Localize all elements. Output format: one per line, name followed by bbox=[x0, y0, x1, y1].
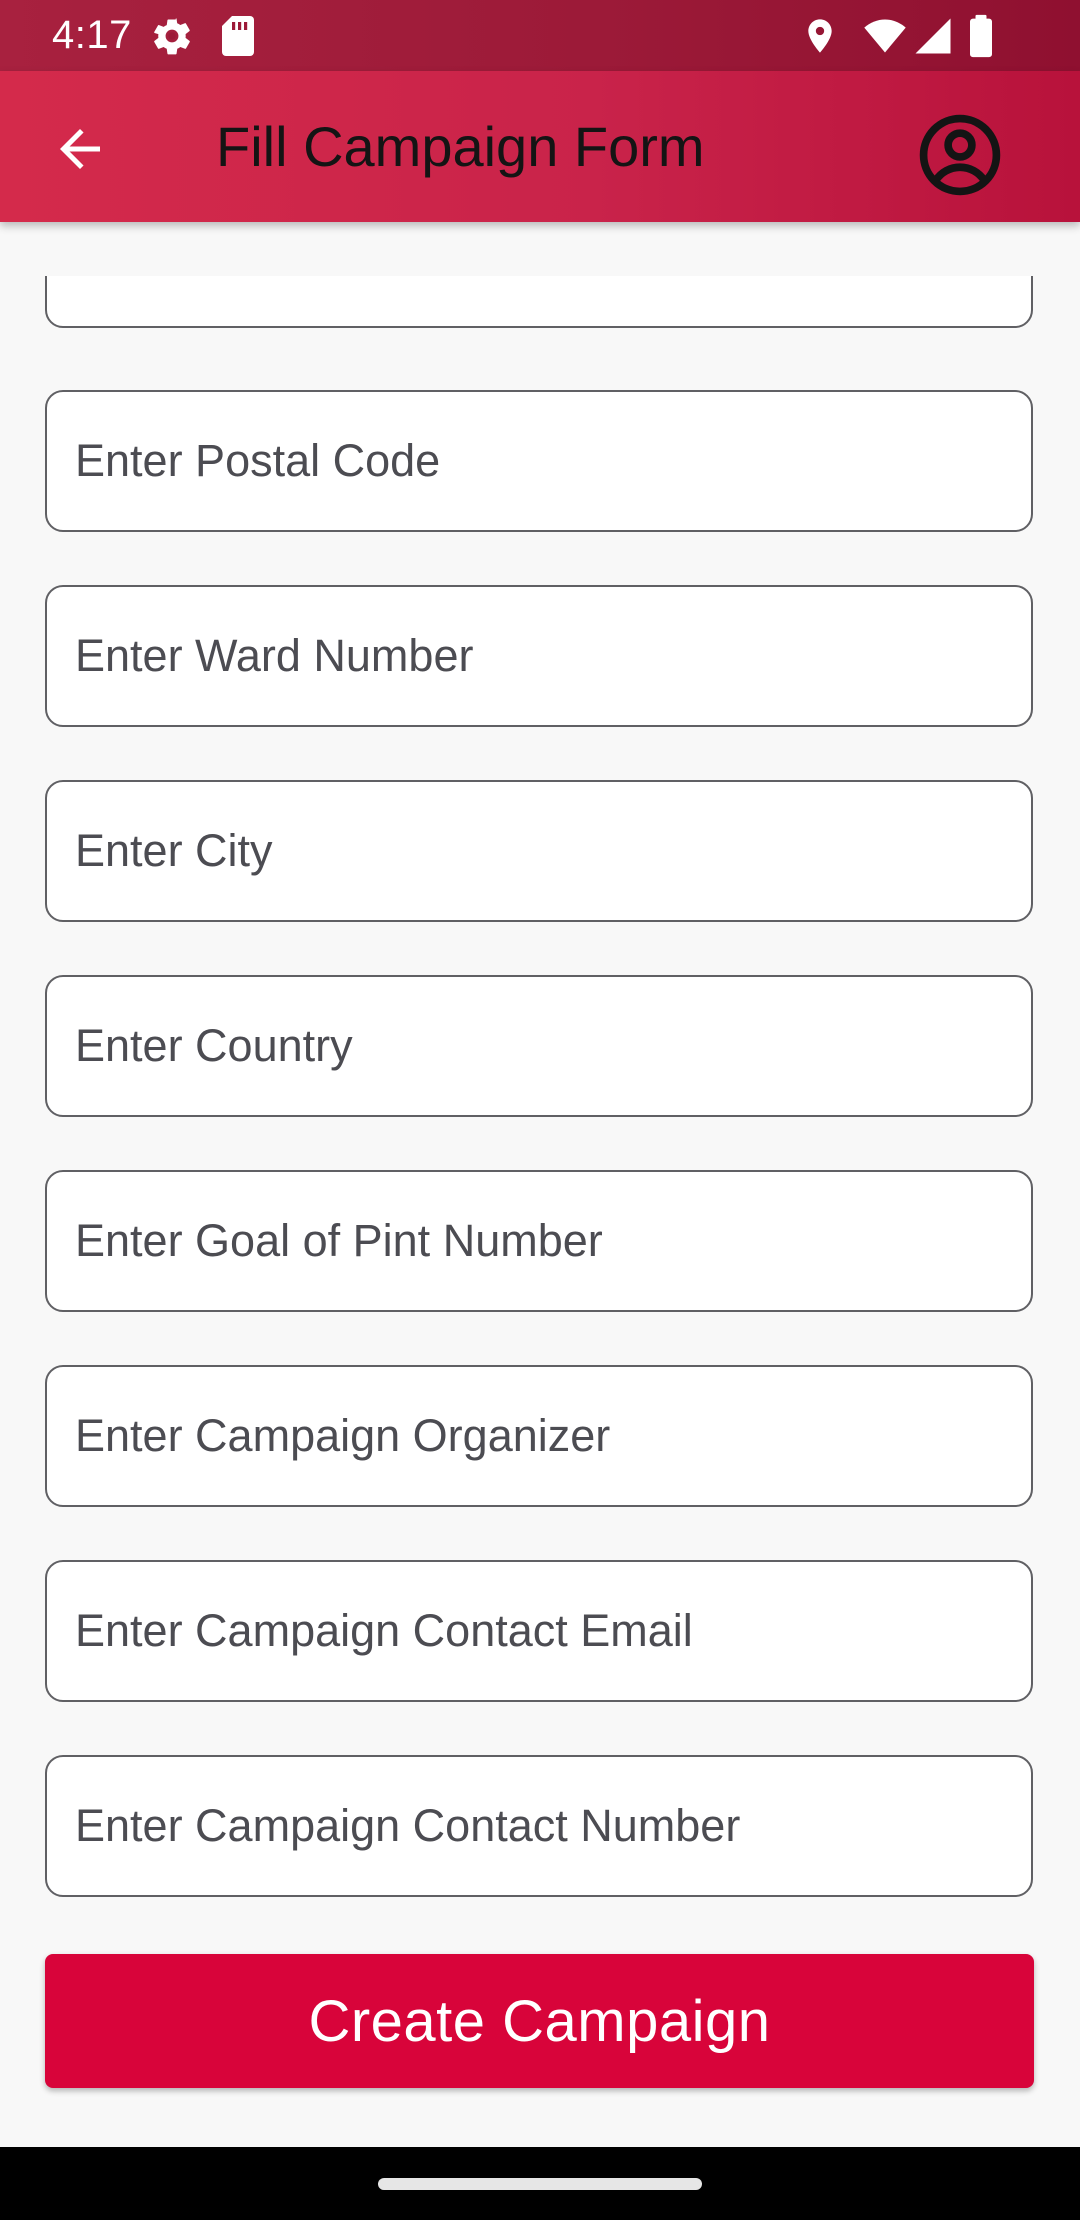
status-time: 4:17 bbox=[52, 13, 132, 57]
battery-icon bbox=[970, 14, 992, 58]
street-name-input[interactable] bbox=[47, 276, 1031, 326]
campaign-contact-number-input[interactable] bbox=[47, 1757, 1031, 1895]
campaign-form bbox=[0, 276, 1080, 2146]
status-bar: 4:17 bbox=[0, 0, 1080, 71]
city-field[interactable] bbox=[45, 780, 1033, 922]
app-bar: Fill Campaign Form bbox=[0, 71, 1080, 222]
sd-card-icon bbox=[222, 16, 254, 56]
street-name-field[interactable] bbox=[45, 276, 1033, 328]
navigation-bar bbox=[0, 2147, 1080, 2220]
campaign-organizer-input[interactable] bbox=[47, 1367, 1031, 1505]
gear-icon bbox=[154, 18, 190, 55]
country-input[interactable] bbox=[47, 977, 1031, 1115]
arrow-back-icon bbox=[60, 129, 100, 169]
postal-code-field[interactable] bbox=[45, 390, 1033, 532]
account-circle-icon bbox=[919, 114, 1001, 196]
goal-pint-number-input[interactable] bbox=[47, 1172, 1031, 1310]
home-gesture-handle[interactable] bbox=[378, 2178, 702, 2190]
campaign-contact-number-field[interactable] bbox=[45, 1755, 1033, 1897]
campaign-organizer-field[interactable] bbox=[45, 1365, 1033, 1507]
wifi-icon bbox=[864, 19, 906, 53]
ward-number-input[interactable] bbox=[47, 587, 1031, 725]
postal-code-input[interactable] bbox=[47, 392, 1031, 530]
country-field[interactable] bbox=[45, 975, 1033, 1117]
city-input[interactable] bbox=[47, 782, 1031, 920]
create-campaign-button[interactable]: Create Campaign bbox=[45, 1954, 1034, 2088]
ward-number-field[interactable] bbox=[45, 585, 1033, 727]
campaign-contact-email-field[interactable] bbox=[45, 1560, 1033, 1702]
campaign-contact-email-input[interactable] bbox=[47, 1562, 1031, 1700]
back-button[interactable] bbox=[40, 109, 120, 189]
account-button[interactable] bbox=[912, 107, 1008, 203]
goal-pint-number-field[interactable] bbox=[45, 1170, 1033, 1312]
signal-icon bbox=[915, 18, 951, 54]
location-icon bbox=[808, 19, 832, 53]
page-title: Fill Campaign Form bbox=[216, 115, 705, 178]
